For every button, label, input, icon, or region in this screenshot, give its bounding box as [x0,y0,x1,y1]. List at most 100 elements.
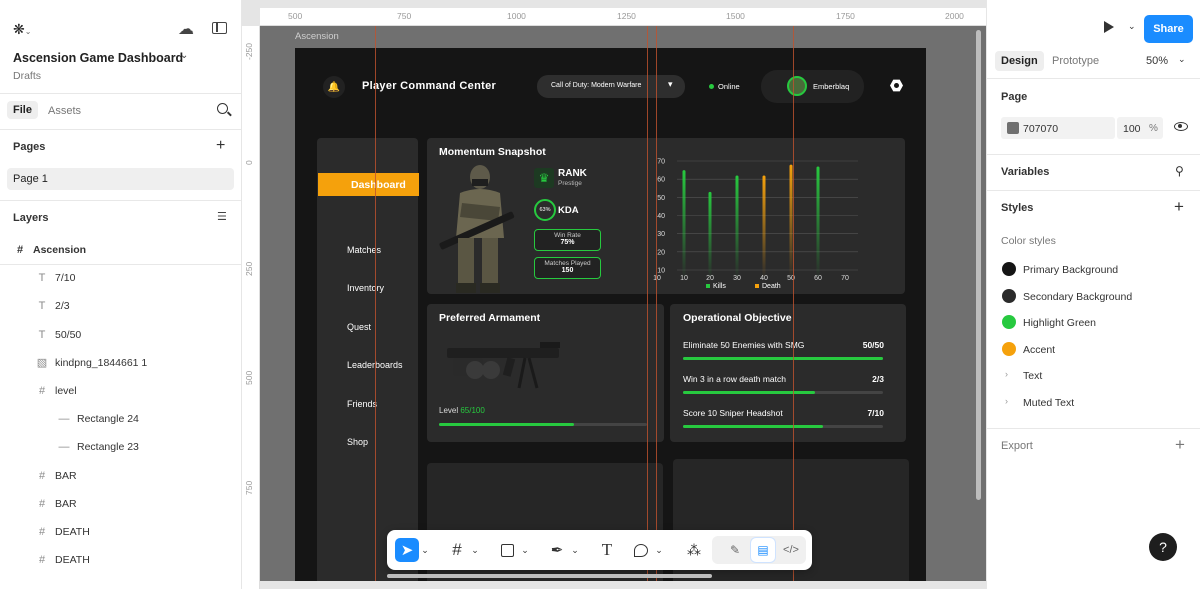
layer-item[interactable]: — Rectangle 24 [57,405,139,433]
page-color-field[interactable]: 707070 [1001,117,1115,139]
design-mode-icon[interactable]: ▤ [751,538,775,562]
bottom-toolbar: ➤ ⌄ # ⌄ ⌄ ✒ ⌄ T ⌄ ⁂ ✎ ▤ </> [387,530,812,570]
color-swatch[interactable] [1007,122,1019,134]
chevron-down-icon[interactable]: ⌄ [469,538,481,562]
actions-tool-icon[interactable]: ⁂ [682,538,706,562]
level-text: Level 65/100 [439,406,485,415]
pen-tool-icon[interactable]: ✒ [545,538,569,562]
chevron-down-icon[interactable]: ⌄ [519,538,531,562]
layer-item[interactable]: # level [35,377,77,405]
styles-heading: Styles [1001,202,1034,214]
bell-icon[interactable]: 🔔 [323,76,345,98]
rectangle-tool-icon[interactable] [495,538,519,562]
chevron-down-icon[interactable]: ⌄ [419,538,431,562]
layer-item[interactable]: ▧ kindpng_1844661 1 [35,349,147,377]
tab-file[interactable]: File [7,101,38,119]
color-style-item[interactable]: Accent [987,341,1200,360]
ruler-tick: 0 [244,160,254,165]
layer-item[interactable]: — Rectangle 23 [57,433,139,461]
right-panel: ⌄ Share Design Prototype 50% ⌄ Page 7070… [986,0,1200,589]
style-group-item[interactable]: › Muted Text [987,396,1200,412]
nav-item-leaderboards[interactable]: Leaderboards [317,354,417,377]
layer-item[interactable]: T 50/50 [35,321,82,349]
ruler-top: 500 750 1000 1250 1500 1750 2000 [260,8,986,26]
chevron-down-icon[interactable]: ⌄ [569,538,581,562]
chevron-down-icon[interactable]: ⌄ [180,50,188,61]
objective-progress-track [683,391,883,394]
move-tool-icon[interactable]: ➤ [395,538,419,562]
page-item-1[interactable]: Page 1 [7,168,234,190]
variables-icon[interactable]: ⚲ [1175,164,1184,178]
layer-item[interactable]: T 7/10 [35,264,76,292]
eye-icon[interactable] [1174,122,1188,131]
dev-mode-icon[interactable]: </> [779,538,803,562]
horizontal-scrollbar[interactable] [387,574,712,578]
panel-toggle-icon[interactable] [212,22,227,34]
help-button[interactable]: ? [1149,533,1177,561]
level-label: Level [439,406,461,415]
layer-item[interactable]: # BAR [35,462,77,490]
export-heading: Export [1001,440,1033,452]
settings-icon[interactable] [890,79,903,92]
color-style-item[interactable]: Primary Background [987,262,1200,280]
ascension-frame[interactable]: 🔔 Player Command Center Call of Duty: Mo… [295,48,926,581]
page-opacity-value: 100 [1123,123,1141,135]
draw-mode-icon[interactable]: ✎ [723,538,747,562]
kills-death-chart: 7060504030201010 10 20 30 40 50 60 70Kills Death [653,159,858,290]
layer-item[interactable]: # DEATH [35,546,90,574]
objective-progress-fill [683,425,823,428]
comment-tool-icon[interactable] [629,538,653,562]
layer-item[interactable]: # DEATH [35,518,90,546]
page-opacity-field[interactable]: 100 % [1117,117,1163,139]
frame-tool-icon[interactable]: # [445,538,469,562]
tab-design[interactable]: Design [995,51,1044,71]
color-style-item[interactable]: Secondary Background [987,288,1200,307]
nav-item-inventory[interactable]: Inventory [317,277,417,300]
figma-menu-icon[interactable]: ❋⌄ [13,21,31,38]
layer-item[interactable]: T 2/3 [35,292,70,320]
search-icon[interactable] [217,103,232,117]
layer-item[interactable]: # BAR [35,490,77,518]
add-style-icon[interactable]: + [1174,197,1184,217]
style-group-item[interactable]: › Text [987,369,1200,385]
nav-item-friends[interactable]: Friends [317,393,417,416]
chevron-down-icon[interactable]: ⌄ [653,538,665,562]
nav-item-dashboard[interactable]: Dashboard [318,173,419,196]
layout-guide [375,26,376,581]
tab-prototype[interactable]: Prototype [1052,55,1099,67]
tab-assets[interactable]: Assets [48,105,81,117]
rank-value: Prestige [558,180,582,187]
vertical-scrollbar[interactable] [976,30,981,500]
nav-item-matches[interactable]: Matches [317,239,417,262]
layer-name: BAR [55,469,77,482]
layer-name: 7/10 [55,272,76,285]
nav-item-shop[interactable]: Shop [317,431,417,454]
objective-progress-track [683,425,883,428]
design-canvas[interactable]: 500 750 1000 1250 1500 1750 2000 -250 0 250 500 75… [242,0,986,589]
user-chip[interactable]: Emberblaq [761,70,864,103]
matches-value: 150 [561,267,574,274]
zoom-level[interactable]: 50% [1146,55,1168,67]
chevron-down-icon[interactable]: ⌄ [1128,21,1136,32]
add-page-icon[interactable]: + [216,137,225,155]
objective-progress-fill [683,391,815,394]
nav-item-quest[interactable]: Quest [317,316,417,339]
game-select[interactable]: Call of Duty: Modern Warfare ▾ [537,75,685,98]
text-tool-icon[interactable]: T [595,538,619,562]
layers-list-icon[interactable]: ☰ [217,210,227,223]
present-icon[interactable] [1104,21,1114,33]
layer-item[interactable]: # Ascension [13,236,86,264]
share-button[interactable]: Share [1144,15,1193,43]
layer-name: BAR [55,497,77,510]
color-style-item[interactable]: Highlight Green [987,315,1200,333]
add-export-icon[interactable]: + [1175,435,1185,455]
objective-progress-fill [683,357,883,360]
chevron-down-icon[interactable]: ⌄ [1178,54,1186,65]
ruler-tick: 750 [244,480,254,495]
ruler-tick: 2000 [945,11,964,21]
frame-icon: # [38,526,46,538]
file-title[interactable]: Ascension Game Dashboard [13,51,183,65]
frame-label[interactable]: Ascension [295,31,339,42]
variables-heading[interactable]: Variables [1001,166,1049,178]
cloud-offline-icon[interactable]: ☁ [178,19,194,39]
